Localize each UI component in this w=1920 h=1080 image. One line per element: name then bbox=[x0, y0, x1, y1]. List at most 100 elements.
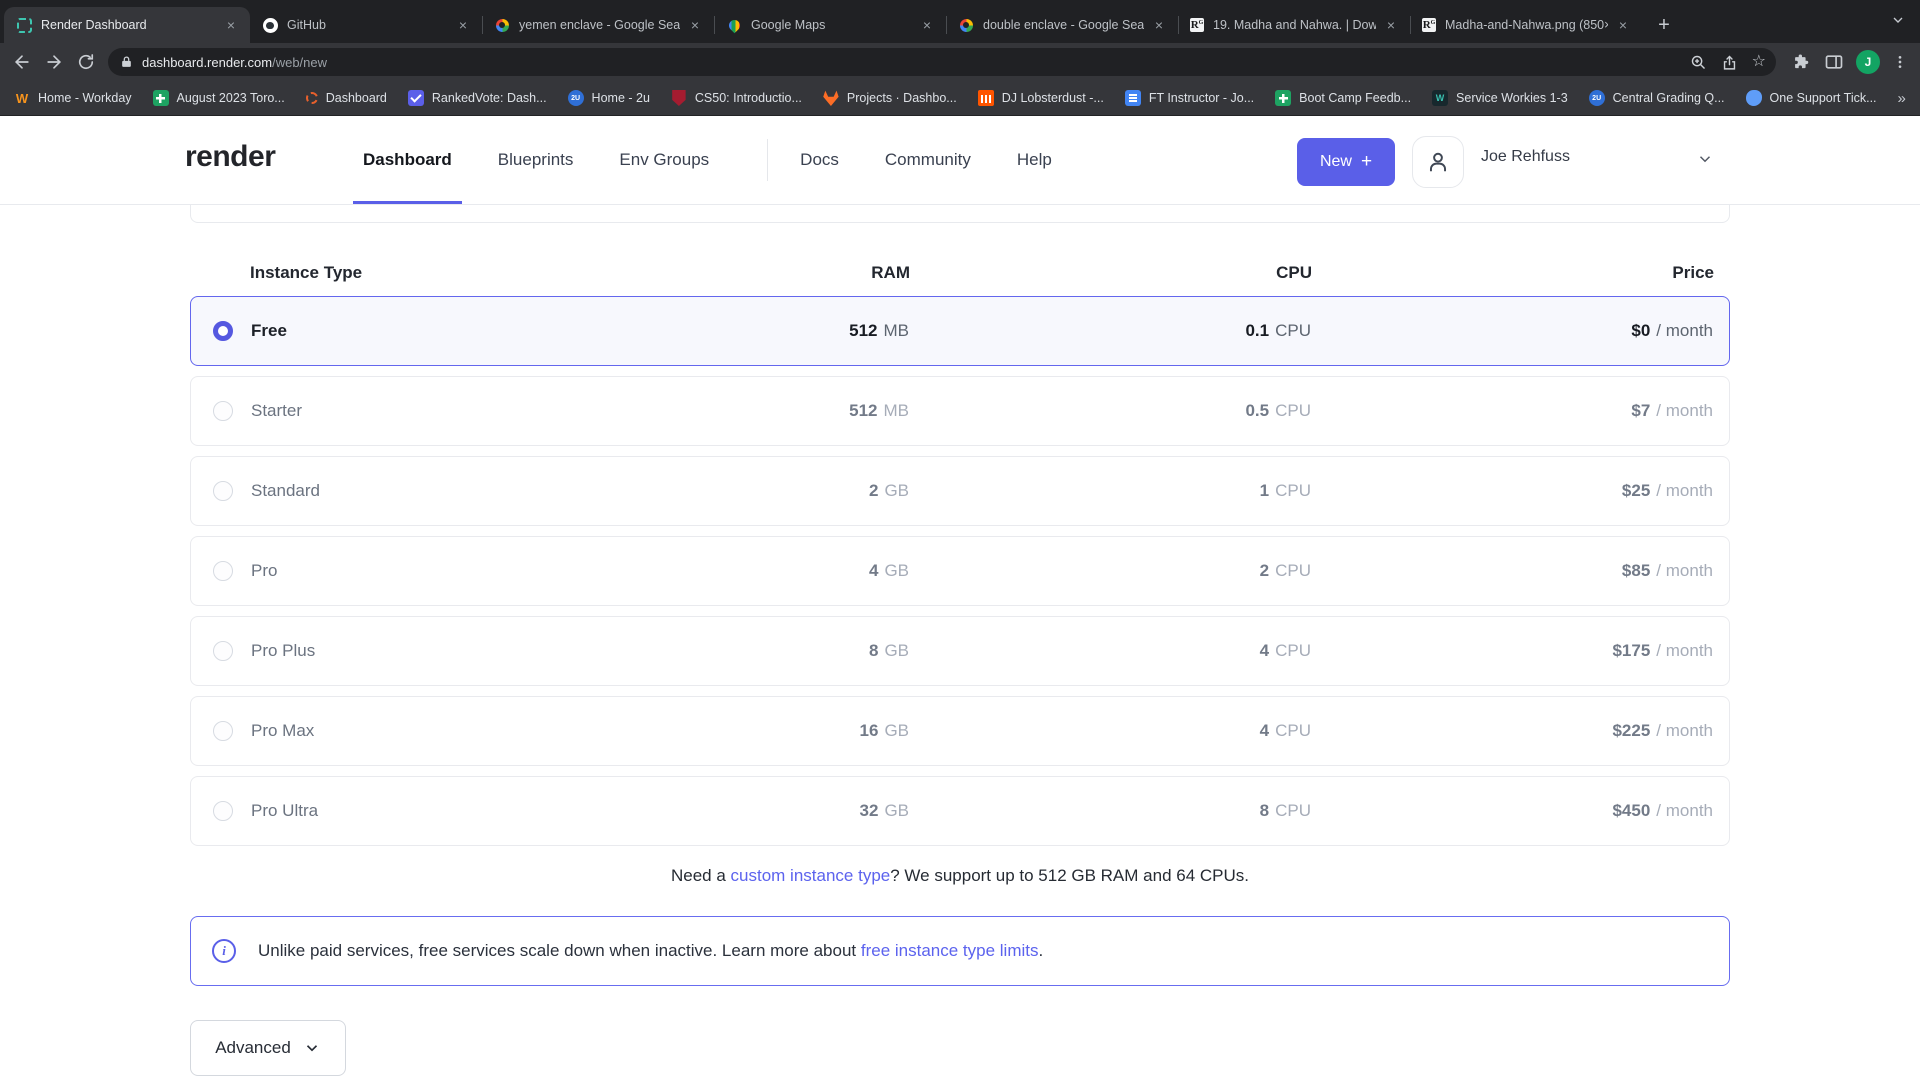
chevron-down-icon bbox=[303, 1039, 321, 1057]
bookmark-home-2u[interactable]: 2U Home - 2u bbox=[568, 90, 650, 106]
instance-row-pro-max[interactable]: Pro Max 16GB 4CPU $225/ month bbox=[190, 696, 1730, 766]
bookmark-one-support[interactable]: One Support Tick... bbox=[1746, 90, 1877, 106]
banner-text: Unlike paid services, free services scal… bbox=[258, 941, 1043, 961]
tab-close-icon[interactable]: × bbox=[1150, 16, 1168, 34]
tab-close-icon[interactable]: × bbox=[454, 16, 472, 34]
bookmark-service-workies[interactable]: WService Workies 1-3 bbox=[1432, 90, 1568, 106]
radio-unselected[interactable] bbox=[213, 401, 233, 421]
instance-row-standard[interactable]: Standard 2GB 1CPU $25/ month bbox=[190, 456, 1730, 526]
share-icon[interactable] bbox=[1721, 54, 1738, 71]
tab-separator bbox=[714, 16, 715, 34]
bookmark-label: August 2023 Toro... bbox=[177, 91, 285, 105]
bookmark-star-icon[interactable]: ☆ bbox=[1752, 54, 1766, 70]
nav-community[interactable]: Community bbox=[875, 116, 981, 204]
instance-row-pro-ultra[interactable]: Pro Ultra 32GB 8CPU $450/ month bbox=[190, 776, 1730, 846]
bookmark-central-grading[interactable]: 2U Central Grading Q... bbox=[1589, 90, 1725, 106]
2u-icon: 2U bbox=[568, 90, 584, 106]
tab-separator bbox=[482, 16, 483, 34]
tab-close-icon[interactable]: × bbox=[222, 16, 240, 34]
tab-close-icon[interactable]: × bbox=[686, 16, 704, 34]
bookmark-label: Service Workies 1-3 bbox=[1456, 91, 1568, 105]
bookmark-label: Central Grading Q... bbox=[1613, 91, 1725, 105]
bookmarks-bar: WHome - Workday August 2023 Toro... Dash… bbox=[0, 81, 1920, 116]
nav-blueprints[interactable]: Blueprints bbox=[488, 116, 584, 204]
tab-madha-and-nahwa-doc[interactable]: RG 19. Madha and Nahwa. | Down × bbox=[1178, 7, 1410, 43]
url-path: /web/new bbox=[272, 55, 327, 70]
tab-render-dashboard[interactable]: Render Dashboard × bbox=[4, 7, 250, 43]
blob-icon bbox=[1746, 90, 1762, 106]
tab-separator bbox=[1178, 16, 1179, 34]
tab-close-icon[interactable]: × bbox=[1382, 16, 1400, 34]
bookmark-label: Home - 2u bbox=[592, 91, 650, 105]
cpu-cell: 8CPU bbox=[1260, 777, 1311, 845]
column-price: Price bbox=[1672, 255, 1714, 291]
advanced-button[interactable]: Advanced bbox=[190, 1020, 346, 1076]
nav-dashboard[interactable]: Dashboard bbox=[353, 116, 462, 204]
new-tab-button[interactable]: + bbox=[1650, 11, 1678, 39]
tab-list-chevron-icon[interactable] bbox=[1890, 12, 1906, 28]
column-instance-type: Instance Type bbox=[250, 255, 362, 291]
price-cell: $7/ month bbox=[1631, 377, 1713, 445]
bookmark-boot-camp-feedback[interactable]: Boot Camp Feedb... bbox=[1275, 90, 1411, 106]
address-bar[interactable]: dashboard.render.com/web/new ☆ bbox=[108, 48, 1776, 76]
browser-menu-icon[interactable] bbox=[1892, 54, 1908, 70]
advanced-label: Advanced bbox=[215, 1038, 291, 1058]
ram-cell: 8GB bbox=[869, 617, 909, 685]
2u-icon: 2U bbox=[1589, 90, 1605, 106]
bookmark-home-workday[interactable]: WHome - Workday bbox=[14, 90, 132, 106]
radio-unselected[interactable] bbox=[213, 721, 233, 741]
profile-avatar[interactable]: J bbox=[1856, 50, 1880, 74]
omnibox-actions: ☆ bbox=[1690, 54, 1766, 71]
back-icon[interactable] bbox=[12, 52, 32, 72]
free-instance-limits-link[interactable]: free instance type limits bbox=[861, 941, 1039, 960]
radio-unselected[interactable] bbox=[213, 561, 233, 581]
tab-close-icon[interactable]: × bbox=[918, 16, 936, 34]
bookmark-dashboard[interactable]: Dashboard bbox=[306, 91, 387, 105]
bookmark-dj-lobsterdust[interactable]: DJ Lobsterdust -... bbox=[978, 90, 1104, 106]
instance-row-starter[interactable]: Starter 512MB 0.5CPU $7/ month bbox=[190, 376, 1730, 446]
nav-help[interactable]: Help bbox=[1007, 116, 1062, 204]
bookmarks-overflow-chevron[interactable]: » bbox=[1898, 90, 1906, 107]
checkmark-icon bbox=[408, 90, 424, 106]
radio-unselected[interactable] bbox=[213, 801, 233, 821]
bookmark-label: Dashboard bbox=[326, 91, 387, 105]
tab-madha-and-nahwa-png[interactable]: RG Madha-and-Nahwa.png (850× × bbox=[1410, 7, 1642, 43]
radio-unselected[interactable] bbox=[213, 481, 233, 501]
user-avatar[interactable] bbox=[1412, 136, 1464, 188]
bookmark-august-2023[interactable]: August 2023 Toro... bbox=[153, 90, 285, 106]
bookmark-cs50[interactable]: CS50: Introductio... bbox=[671, 90, 802, 106]
bookmark-ft-instructor[interactable]: FT Instructor - Jo... bbox=[1125, 90, 1254, 106]
google-favicon-icon bbox=[958, 17, 974, 33]
instance-row-pro-plus[interactable]: Pro Plus 8GB 4CPU $175/ month bbox=[190, 616, 1730, 686]
bookmark-gitlab-projects[interactable]: Projects · Dashbo... bbox=[823, 90, 957, 106]
render-logo[interactable]: render bbox=[185, 140, 275, 174]
custom-instance-type-link[interactable]: custom instance type bbox=[731, 866, 891, 885]
instance-row-pro[interactable]: Pro 4GB 2CPU $85/ month bbox=[190, 536, 1730, 606]
zoom-icon[interactable] bbox=[1690, 54, 1707, 71]
workday-icon: W bbox=[14, 90, 30, 106]
radio-unselected[interactable] bbox=[213, 641, 233, 661]
new-button[interactable]: New + bbox=[1297, 138, 1395, 186]
tab-google-maps[interactable]: Google Maps × bbox=[714, 7, 946, 43]
extensions-puzzle-icon[interactable] bbox=[1792, 52, 1812, 72]
tab-title: Google Maps bbox=[751, 18, 912, 32]
main-nav: Dashboard Blueprints Env Groups Docs Com… bbox=[353, 116, 1088, 204]
radio-selected[interactable] bbox=[213, 321, 233, 341]
plus-icon: + bbox=[1361, 151, 1372, 173]
tab-separator bbox=[946, 16, 947, 34]
forward-icon[interactable] bbox=[44, 52, 64, 72]
nav-docs[interactable]: Docs bbox=[790, 116, 849, 204]
person-icon bbox=[1425, 149, 1451, 175]
tab-yemen-enclave-search[interactable]: yemen enclave - Google Searc × bbox=[482, 7, 714, 43]
instance-row-free[interactable]: Free 512MB 0.1CPU $0/ month bbox=[190, 296, 1730, 366]
reload-icon[interactable] bbox=[76, 52, 96, 72]
tab-double-enclave-search[interactable]: double enclave - Google Searc × bbox=[946, 7, 1178, 43]
nav-env-groups[interactable]: Env Groups bbox=[609, 116, 719, 204]
new-button-label: New bbox=[1320, 153, 1352, 171]
tab-github[interactable]: GitHub × bbox=[250, 7, 482, 43]
bookmark-rankedvote[interactable]: RankedVote: Dash... bbox=[408, 90, 547, 106]
tab-close-icon[interactable]: × bbox=[1614, 16, 1632, 34]
user-menu-chevron-icon[interactable] bbox=[1696, 150, 1714, 168]
side-panel-icon[interactable] bbox=[1824, 52, 1844, 72]
document-icon bbox=[1125, 90, 1141, 106]
